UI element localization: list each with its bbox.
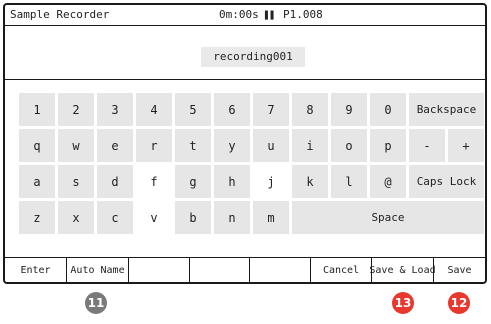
callout-badge: 12 — [448, 292, 470, 314]
softkey-cancel[interactable]: Cancel — [311, 258, 372, 282]
key-0[interactable]: 0 — [370, 93, 406, 126]
key-6[interactable]: 6 — [214, 93, 250, 126]
key-b[interactable]: b — [175, 201, 211, 234]
key-8[interactable]: 8 — [292, 93, 328, 126]
key-t[interactable]: t — [175, 129, 211, 162]
key-p[interactable]: p — [370, 129, 406, 162]
key-@[interactable]: @ — [370, 165, 406, 198]
key-i[interactable]: i — [292, 129, 328, 162]
on-screen-keyboard: 1 2 3 4 5 6 7 8 9 0 q w e r t y u i o p a s d f g h j k l @ z x c v b n m Bac… — [19, 93, 484, 243]
key-5[interactable]: 5 — [175, 93, 211, 126]
callout-badge: 13 — [392, 292, 414, 314]
key-f[interactable]: f — [136, 165, 172, 198]
softkey-enter[interactable]: Enter — [5, 258, 67, 282]
backspace-key[interactable]: Backspace — [409, 93, 484, 126]
key-l[interactable]: l — [331, 165, 367, 198]
recorder-screen: Sample Recorder 0m:00s ❚❚ P1.008 recordi… — [3, 3, 487, 284]
softkey-bar: Enter Auto Name Cancel Save & Load Save — [5, 257, 485, 282]
key-x[interactable]: x — [58, 201, 94, 234]
key-z[interactable]: z — [19, 201, 55, 234]
softkey-blank[interactable] — [250, 258, 311, 282]
key-j[interactable]: j — [253, 165, 289, 198]
key-n[interactable]: n — [214, 201, 250, 234]
key-y[interactable]: y — [214, 129, 250, 162]
key-g[interactable]: g — [175, 165, 211, 198]
name-entry-area: recording001 — [5, 25, 485, 80]
caps-lock-key[interactable]: Caps Lock — [409, 165, 484, 198]
key-s[interactable]: s — [58, 165, 94, 198]
softkey-save[interactable]: Save — [434, 258, 485, 282]
key-q[interactable]: q — [19, 129, 55, 162]
key-r[interactable]: r — [136, 129, 172, 162]
key-k[interactable]: k — [292, 165, 328, 198]
key-m[interactable]: m — [253, 201, 289, 234]
playback-position: P1.008 — [283, 8, 323, 21]
softkey-auto-name[interactable]: Auto Name — [67, 258, 129, 282]
sample-name-field[interactable]: recording001 — [201, 47, 305, 67]
key-1[interactable]: 1 — [19, 93, 55, 126]
key-plus[interactable]: + — [448, 129, 484, 162]
pause-icon: ❚❚ — [263, 8, 275, 21]
key-v[interactable]: v — [136, 201, 172, 234]
space-key[interactable]: Space — [292, 201, 484, 234]
key-c[interactable]: c — [97, 201, 133, 234]
key-d[interactable]: d — [97, 165, 133, 198]
app-title: Sample Recorder — [10, 8, 110, 21]
callout-badge: 11 — [85, 292, 107, 314]
softkey-save-load[interactable]: Save & Load — [369, 258, 436, 282]
status-bar: Sample Recorder 0m:00s ❚❚ P1.008 — [5, 5, 485, 26]
softkey-blank[interactable] — [190, 258, 250, 282]
key-2[interactable]: 2 — [58, 93, 94, 126]
key-w[interactable]: w — [58, 129, 94, 162]
key-h[interactable]: h — [214, 165, 250, 198]
recording-time: 0m:00s — [219, 8, 259, 21]
key-e[interactable]: e — [97, 129, 133, 162]
key-a[interactable]: a — [19, 165, 55, 198]
softkey-blank[interactable] — [129, 258, 190, 282]
key-minus[interactable]: - — [409, 129, 445, 162]
key-4[interactable]: 4 — [136, 93, 172, 126]
key-o[interactable]: o — [331, 129, 367, 162]
key-u[interactable]: u — [253, 129, 289, 162]
key-7[interactable]: 7 — [253, 93, 289, 126]
key-3[interactable]: 3 — [97, 93, 133, 126]
key-9[interactable]: 9 — [331, 93, 367, 126]
